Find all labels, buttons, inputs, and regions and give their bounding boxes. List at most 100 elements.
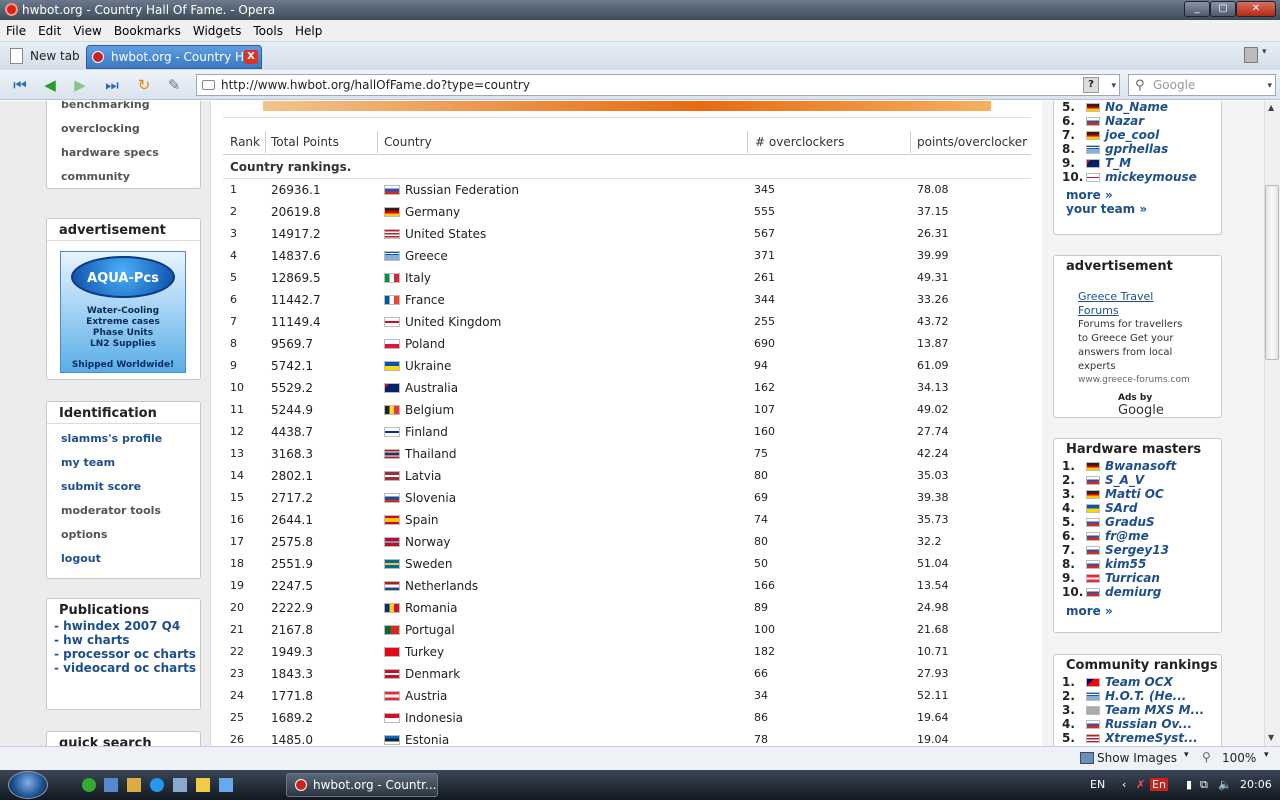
list-item[interactable]: 8. kim55 [1062, 557, 1221, 571]
pub-hwindex[interactable]: - hwindex 2007 Q4 [47, 619, 200, 633]
keyboard-layout-icon[interactable]: En [1150, 778, 1168, 791]
country-name[interactable]: United Kingdom [405, 311, 501, 333]
header-banner[interactable] [263, 101, 991, 111]
fast-forward-icon[interactable]: ⏭ [102, 76, 122, 94]
member-name-link[interactable]: XtremeSyst... [1105, 731, 1198, 745]
list-item[interactable]: 7. Sergey13 [1062, 543, 1221, 557]
table-row[interactable]: 24 1771.8 Austria 34 52.11 [223, 685, 1031, 707]
url-dropdown-icon[interactable]: ▾ [1111, 76, 1116, 96]
list-item[interactable]: 3. Team MXS M... [1062, 703, 1221, 717]
nav-submit-score[interactable]: submit score [47, 475, 200, 499]
start-button[interactable] [8, 771, 48, 799]
info-icon[interactable]: ? [1083, 77, 1099, 93]
network-icon[interactable]: ⧉ [1200, 778, 1208, 792]
nav-community[interactable]: community [47, 165, 200, 189]
show-images-toggle[interactable]: Show Images [1097, 751, 1177, 765]
table-row[interactable]: 23 1843.3 Denmark 66 27.93 [223, 663, 1031, 685]
list-item[interactable]: 10. mickeymouse [1062, 170, 1221, 184]
nav-benchmarking[interactable]: benchmarking [47, 101, 200, 117]
menu-tools[interactable]: Tools [247, 20, 289, 42]
list-item[interactable]: 9. T_M [1062, 156, 1221, 170]
your-team-link[interactable]: your team » [1054, 202, 1221, 216]
table-row[interactable]: 9 5742.1 Ukraine 94 61.09 [223, 355, 1031, 377]
list-item[interactable]: 2. S_A_V [1062, 473, 1221, 487]
member-name-link[interactable]: SArd [1105, 501, 1137, 515]
address-field[interactable]: http://www.hwbot.org/hallOfFame.do?type=… [196, 74, 1120, 96]
table-row[interactable]: 6 11442.7 France 344 33.26 [223, 289, 1031, 311]
list-item[interactable]: 6. fr@me [1062, 529, 1221, 543]
country-name[interactable]: United States [405, 223, 486, 245]
country-name[interactable]: Finland [405, 421, 448, 443]
table-row[interactable]: 26 1485.0 Estonia 78 19.04 [223, 729, 1031, 746]
maximize-button[interactable]: ▢ [1210, 1, 1236, 17]
menu-widgets[interactable]: Widgets [187, 20, 248, 42]
country-name[interactable]: Indonesia [405, 707, 463, 729]
quicklaunch-app-icon[interactable] [196, 778, 210, 792]
table-row[interactable]: 12 4438.7 Finland 160 27.74 [223, 421, 1031, 443]
member-name-link[interactable]: mickeymouse [1105, 170, 1197, 184]
list-item[interactable]: 5. XtremeSyst... [1062, 731, 1221, 745]
table-row[interactable]: 17 2575.8 Norway 80 32.2 [223, 531, 1031, 553]
table-row[interactable]: 8 9569.7 Poland 690 13.87 [223, 333, 1031, 355]
trash-dropdown-icon[interactable]: ▾ [1262, 47, 1267, 57]
edit-icon[interactable]: ✎ [164, 76, 184, 94]
menu-view[interactable]: View [67, 20, 107, 42]
member-name-link[interactable]: Sergey13 [1105, 543, 1169, 557]
forward-icon[interactable]: ▶ [70, 76, 90, 94]
member-name-link[interactable]: Bwanasoft [1105, 459, 1176, 473]
table-row[interactable]: 5 12869.5 Italy 261 49.31 [223, 267, 1031, 289]
table-row[interactable]: 22 1949.3 Turkey 182 10.71 [223, 641, 1031, 663]
list-item[interactable]: 4. Russian Ov... [1062, 717, 1221, 731]
quicklaunch-app-icon[interactable] [173, 778, 187, 792]
quicklaunch-app-icon[interactable] [82, 778, 96, 792]
col-points-per-overclocker[interactable]: points/overclocker [917, 135, 1027, 149]
google-logo[interactable]: Google [1118, 403, 1164, 418]
list-item[interactable]: 6. Nazar [1062, 114, 1221, 128]
table-row[interactable]: 18 2551.9 Sweden 50 51.04 [223, 553, 1031, 575]
nav-hardware-specs[interactable]: hardware specs [47, 141, 200, 165]
taskbar-opera-window[interactable]: hwbot.org - Countr... [286, 773, 438, 797]
pub-hw-charts[interactable]: - hw charts [47, 633, 200, 647]
nav-logout[interactable]: logout [47, 547, 200, 571]
close-tab-icon[interactable]: X [244, 50, 258, 64]
member-name-link[interactable]: joe_cool [1105, 128, 1159, 142]
language-indicator[interactable]: EN [1090, 778, 1105, 791]
country-name[interactable]: Ukraine [405, 355, 451, 377]
nav-my-team[interactable]: my team [47, 451, 200, 475]
table-row[interactable]: 20 2222.9 Romania 89 24.98 [223, 597, 1031, 619]
table-row[interactable]: 13 3168.3 Thailand 75 42.24 [223, 443, 1031, 465]
table-row[interactable]: 10 5529.2 Australia 162 34.13 [223, 377, 1031, 399]
zoom-level[interactable]: 100% [1222, 751, 1256, 765]
list-item[interactable]: 1. Bwanasoft [1062, 459, 1221, 473]
member-name-link[interactable]: T_M [1105, 156, 1131, 170]
list-item[interactable]: 1. Team OCX [1062, 675, 1221, 689]
new-tab-button[interactable]: New tab [6, 45, 81, 69]
country-name[interactable]: Netherlands [405, 575, 478, 597]
list-item[interactable]: 8. gprhellas [1062, 142, 1221, 156]
back-icon[interactable]: ◀ [40, 76, 60, 94]
tray-app-icon[interactable]: ✗ [1136, 778, 1145, 791]
country-name[interactable]: Russian Federation [405, 179, 519, 201]
aqua-pcs-banner[interactable]: AQUA-Pcs Water-Cooling Extreme cases Pha… [60, 251, 186, 373]
col-total-points[interactable]: Total Points [271, 135, 339, 149]
list-item[interactable]: 9. Turrican [1062, 571, 1221, 585]
member-name-link[interactable]: demiurg [1105, 585, 1161, 599]
country-name[interactable]: Thailand [405, 443, 457, 465]
volume-icon[interactable]: 🔈 [1218, 778, 1232, 791]
member-name-link[interactable]: Turrican [1105, 571, 1160, 585]
pub-processor-charts[interactable]: - processor oc charts [47, 647, 200, 661]
list-item[interactable]: 5. GraduS [1062, 515, 1221, 529]
member-name-link[interactable]: H.O.T. (He... [1105, 689, 1186, 703]
member-name-link[interactable]: kim55 [1105, 557, 1146, 571]
quicklaunch-app-icon[interactable] [127, 778, 141, 792]
table-row[interactable]: 11 5244.9 Belgium 107 49.02 [223, 399, 1031, 421]
country-name[interactable]: Austria [405, 685, 447, 707]
country-name[interactable]: Denmark [405, 663, 460, 685]
country-name[interactable]: Spain [405, 509, 439, 531]
country-name[interactable]: Sweden [405, 553, 452, 575]
country-name[interactable]: Estonia [405, 729, 449, 746]
member-name-link[interactable]: Team OCX [1105, 675, 1173, 689]
show-desktop-icon[interactable] [219, 778, 233, 792]
top-more-link[interactable]: more » [1054, 188, 1221, 202]
country-name[interactable]: Greece [405, 245, 448, 267]
